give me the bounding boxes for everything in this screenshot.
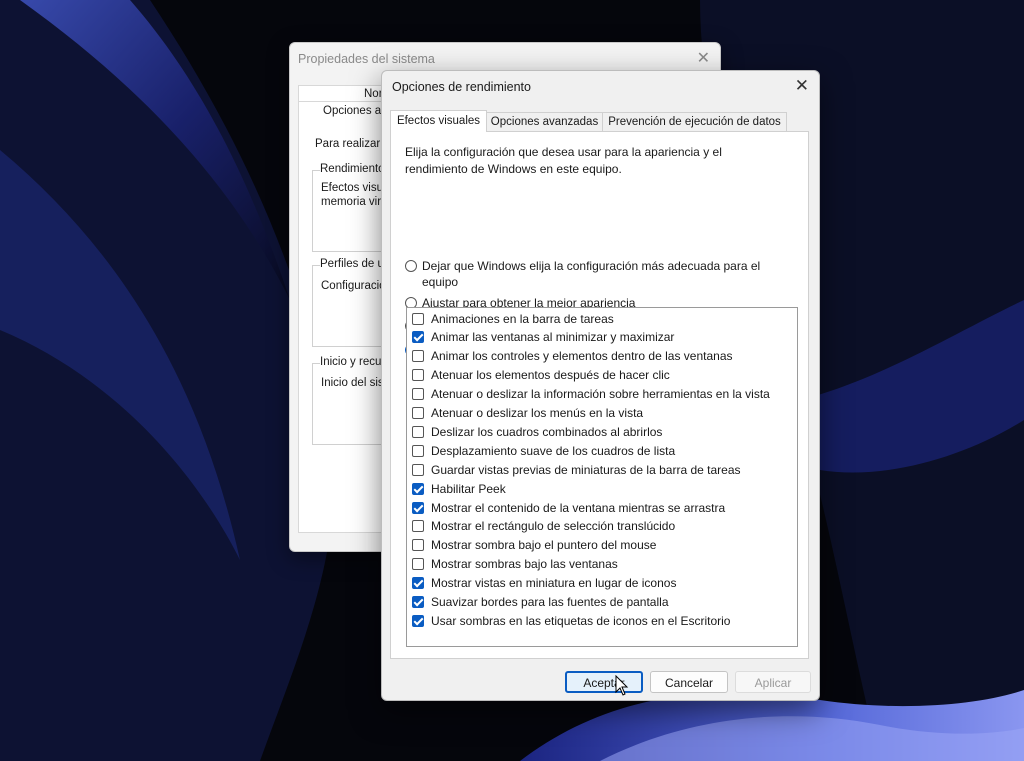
checkbox-checked-icon[interactable] [412,482,424,495]
checkbox-label: Atenuar o deslizar los menús en la vista [431,406,644,420]
checkbox-label: Animar las ventanas al minimizar y maxim… [431,330,675,345]
apply-button[interactable]: Aplicar [735,671,811,693]
group-label: Rendimiento [320,163,385,175]
checkbox-label: Animar los controles y elementos dentro … [431,349,733,364]
checkbox-unchecked-icon[interactable] [412,388,424,401]
close-icon[interactable]: ✕ [795,76,809,96]
radio-unselected-icon[interactable] [405,260,417,272]
checkbox-item[interactable]: Animar los controles y elementos dentro … [412,347,733,366]
checkbox-item[interactable]: Mostrar sombras bajo las ventanas [412,555,618,574]
checkbox-label: Animaciones en la barra de tareas [431,311,614,326]
radio-option[interactable]: Dejar que Windows elija la configuración… [405,258,795,290]
panel-text: Para realizar l [315,138,386,150]
dialog-title: Opciones de rendimiento [392,80,531,94]
checkbox-unchecked-icon[interactable] [412,407,424,419]
checkbox-unchecked-icon[interactable] [412,463,424,476]
checkbox-label: Desplazamiento suave de los cuadros de l… [431,443,676,458]
checkbox-label: Atenuar los elementos después de hacer c… [431,368,670,383]
ok-button[interactable]: Aceptar [565,671,643,693]
panel-text: Configuració [321,280,386,292]
checkbox-label: Atenuar o deslizar la información sobre … [431,387,770,402]
visual-effects-list[interactable]: Animaciones en la barra de tareas Animar … [406,307,798,647]
close-icon[interactable]: ✕ [697,48,710,68]
checkbox-label: Mostrar vistas en miniatura en lugar de … [431,576,677,591]
checkbox-item[interactable]: Deslizar los cuadros combinados al abrir… [412,422,662,441]
checkbox-label: Deslizar los cuadros combinados al abrir… [431,424,663,439]
checkbox-item[interactable]: Mostrar vistas en miniatura en lugar de … [412,574,676,593]
description-text: Elija la configuración que desea usar pa… [405,145,722,176]
checkbox-item[interactable]: Usar sombras en las etiquetas de iconos … [412,611,730,630]
checkbox-label: Suavizar bordes para las fuentes de pant… [431,595,669,609]
checkbox-label: Mostrar el rectángulo de selección trans… [431,519,676,534]
tab-visual-effects[interactable]: Efectos visuales [390,110,487,132]
checkbox-unchecked-icon[interactable] [412,558,424,571]
panel-text: Opciones a [323,105,382,117]
checkbox-label: Mostrar sombra bajo el puntero del mouse [431,538,657,553]
checkbox-item[interactable]: Atenuar o deslizar los menús en la vista [412,404,643,423]
checkbox-checked-icon[interactable] [412,614,424,627]
checkbox-unchecked-icon[interactable] [412,312,424,325]
tab-content: Elija la configuración que desea usar pa… [390,131,809,659]
checkbox-checked-icon[interactable] [412,596,424,608]
checkbox-item[interactable]: Guardar vistas previas de miniaturas de … [412,460,741,479]
group-label: Perfiles de u [320,258,384,270]
checkbox-checked-icon[interactable] [412,331,424,344]
tab-advanced-options[interactable]: Opciones avanzadas [486,112,603,131]
cancel-button[interactable]: Cancelar [650,671,728,693]
checkbox-item[interactable]: Animar las ventanas al minimizar y maxim… [412,328,674,347]
checkbox-item[interactable]: Mostrar el rectángulo de selección trans… [412,517,675,536]
panel-text: Efectos visu [321,182,383,194]
radio-label: Dejar que Windows elija la configuración… [422,259,761,289]
checkbox-checked-icon[interactable] [412,577,424,590]
group-label: Inicio y recup [320,356,388,368]
checkbox-item[interactable]: Desplazamiento suave de los cuadros de l… [412,441,675,460]
checkbox-item[interactable]: Mostrar sombra bajo el puntero del mouse [412,536,656,555]
checkbox-item[interactable]: Atenuar los elementos después de hacer c… [412,366,670,385]
checkbox-unchecked-icon[interactable] [412,444,424,457]
checkbox-label: Usar sombras en las etiquetas de iconos … [431,613,731,628]
checkbox-checked-icon[interactable] [412,501,424,514]
window-title: Propiedades del sistema [298,52,435,66]
panel-text: Inicio del sis [321,377,384,389]
checkbox-unchecked-icon[interactable] [412,369,424,382]
checkbox-item[interactable]: Mostrar el contenido de la ventana mient… [412,498,725,517]
checkbox-unchecked-icon[interactable] [412,425,424,438]
tab-fragment[interactable]: Nor [364,88,383,100]
checkbox-label: Mostrar el contenido de la ventana mient… [431,500,726,515]
tab-data-execution-prevention[interactable]: Prevención de ejecución de datos [602,112,787,131]
mouse-cursor-icon [615,675,629,696]
performance-options-dialog: Opciones de rendimiento ✕ Efectos visual… [381,70,820,701]
checkbox-item[interactable]: Atenuar o deslizar la información sobre … [412,385,770,404]
checkbox-unchecked-icon[interactable] [412,520,424,533]
checkbox-item[interactable]: Habilitar Peek [412,479,506,498]
checkbox-label: Mostrar sombras bajo las ventanas [431,557,618,572]
checkbox-unchecked-icon[interactable] [412,539,424,552]
checkbox-unchecked-icon[interactable] [412,350,424,363]
checkbox-label: Guardar vistas previas de miniaturas de … [431,462,741,477]
checkbox-item[interactable]: Animaciones en la barra de tareas [412,309,614,328]
checkbox-label: Habilitar Peek [431,481,506,496]
checkbox-item[interactable]: Suavizar bordes para las fuentes de pant… [412,593,669,612]
